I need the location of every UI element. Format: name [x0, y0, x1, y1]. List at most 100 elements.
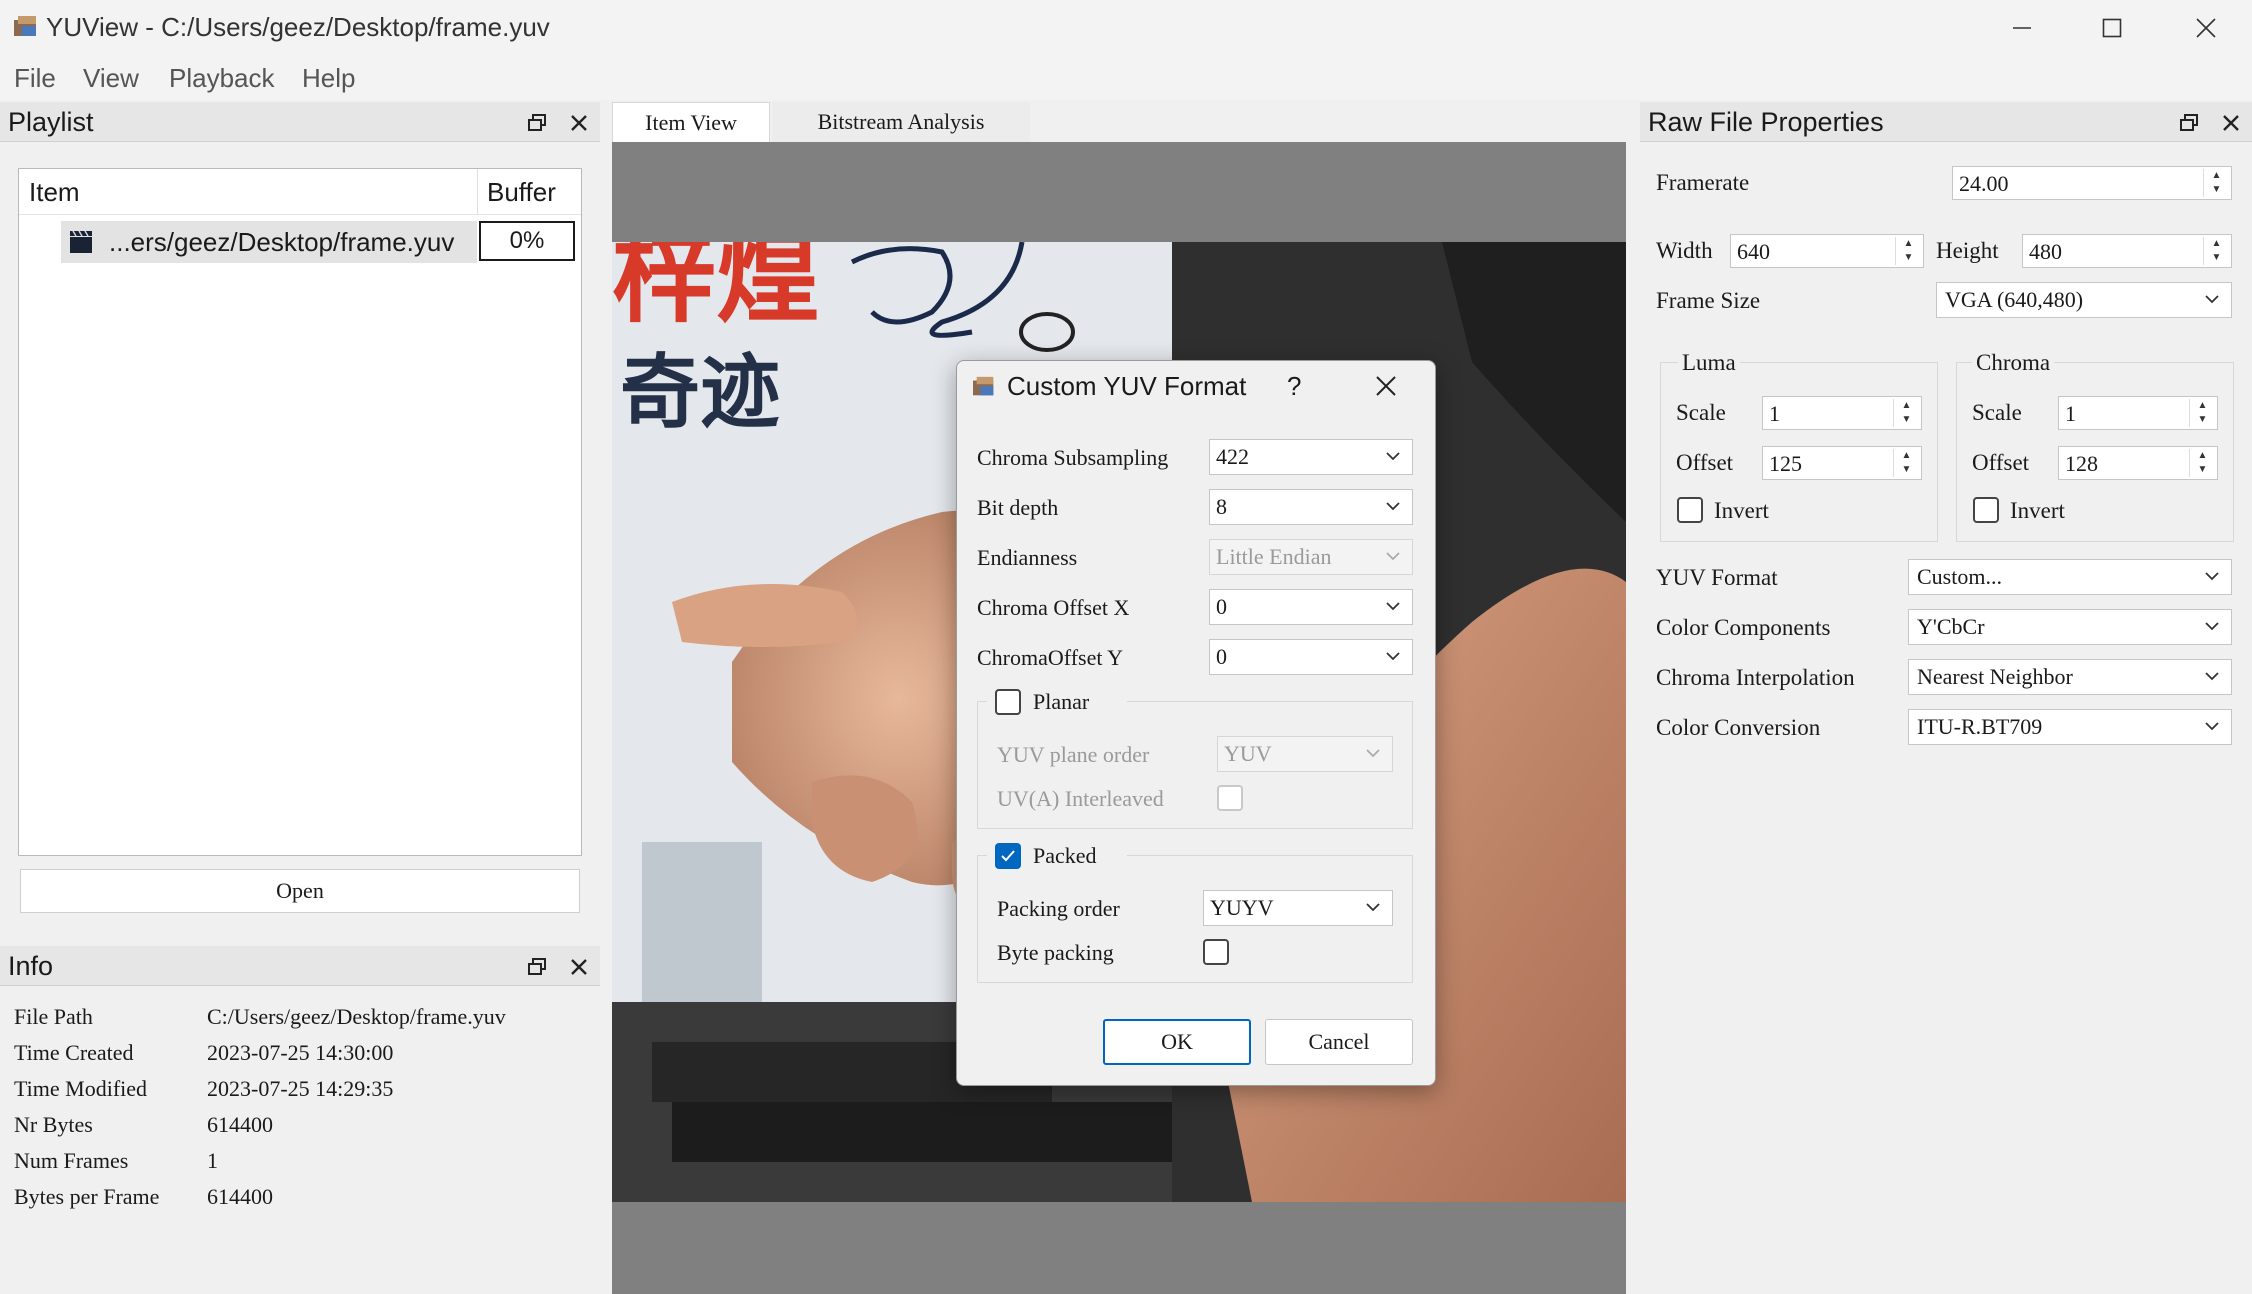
packing-order-combo[interactable]: YUYV: [1203, 890, 1393, 926]
byte-packing-checkbox[interactable]: [1203, 939, 1229, 965]
color-components-label: Color Components: [1656, 615, 1831, 640]
menu-playback[interactable]: Playback: [169, 63, 275, 94]
open-button[interactable]: Open: [20, 869, 580, 913]
chevron-down-icon: [1366, 749, 1380, 758]
subsampling-combo[interactable]: 422: [1209, 439, 1413, 475]
chevron-down-icon: [1386, 652, 1400, 661]
planar-checkbox[interactable]: [995, 689, 1021, 715]
chroma-interp-combo[interactable]: Nearest Neighbor: [1908, 659, 2232, 695]
luma-scale-label: Scale: [1676, 400, 1726, 425]
bitdepth-value: 8: [1216, 494, 1227, 519]
offset-x-combo[interactable]: 0: [1209, 589, 1413, 625]
endianness-label: Endianness: [977, 545, 1078, 570]
info-value-modified: 2023-07-25 14:29:35: [207, 1076, 394, 1101]
endianness-combo[interactable]: Little Endian: [1209, 539, 1413, 575]
chevron-down-icon: [1386, 452, 1400, 461]
playlist-tree[interactable]: Item Buffer ...ers/geez/Desktop/frame.yu…: [18, 168, 582, 856]
close-icon[interactable]: [1375, 375, 1397, 397]
dialog-help-button[interactable]: ?: [1287, 371, 1301, 402]
spin-arrows[interactable]: ▲ ▼: [1895, 237, 1921, 265]
left-splitter[interactable]: [600, 100, 612, 1294]
chroma-scale-label: Scale: [1972, 400, 2022, 425]
planar-label: Planar: [1033, 689, 1090, 714]
luma-invert-checkbox[interactable]: [1677, 497, 1703, 523]
luma-scale-spinbox[interactable]: 1 ▲ ▼: [1762, 396, 1922, 430]
chroma-interp-label: Chroma Interpolation: [1656, 665, 1855, 690]
chroma-offset-spinbox[interactable]: 128 ▲ ▼: [2058, 446, 2218, 480]
uv-interleaved-checkbox[interactable]: [1217, 785, 1243, 811]
float-playlist-button[interactable]: [524, 110, 550, 136]
yuv-format-label: YUV Format: [1656, 565, 1778, 590]
chroma-invert-checkbox[interactable]: [1973, 497, 1999, 523]
chevron-down-icon: [2205, 622, 2219, 631]
endianness-value: Little Endian: [1216, 544, 1332, 569]
yuv-format-combo[interactable]: Custom...: [1908, 559, 2232, 595]
luma-offset-label: Offset: [1676, 450, 1734, 475]
tab-bitstream-analysis[interactable]: Bitstream Analysis: [772, 102, 1030, 142]
playlist-row-name: ...ers/geez/Desktop/frame.yuv: [109, 227, 455, 257]
close-window-button[interactable]: [2160, 0, 2252, 55]
chroma-title: Chroma: [1972, 350, 2055, 376]
packed-label: Packed: [1033, 843, 1097, 868]
packed-checkbox[interactable]: [995, 843, 1021, 869]
right-splitter[interactable]: [1626, 100, 1638, 1294]
close-properties-button[interactable]: [2218, 110, 2244, 136]
chevron-down-icon: [2205, 572, 2219, 581]
cancel-button[interactable]: Cancel: [1265, 1019, 1413, 1065]
clapper-icon: [70, 230, 92, 253]
minimize-button[interactable]: [1976, 0, 2068, 55]
framerate-spinbox[interactable]: 24.00 ▲ ▼: [1952, 166, 2232, 200]
float-properties-button[interactable]: [2176, 110, 2202, 136]
plane-order-combo[interactable]: YUV: [1217, 736, 1393, 772]
color-components-combo[interactable]: Y'CbCr: [1908, 609, 2232, 645]
title-bar: YUView - C:/Users/geez/Desktop/frame.yuv: [0, 0, 2252, 55]
close-playlist-button[interactable]: [566, 110, 592, 136]
framerate-label: Framerate: [1656, 170, 1750, 195]
menu-bar: File View Playback Help: [0, 55, 2252, 100]
close-info-button[interactable]: [566, 954, 592, 980]
subsampling-label: Chroma Subsampling: [977, 445, 1169, 470]
spin-arrows[interactable]: ▲ ▼: [2189, 449, 2215, 477]
menu-help[interactable]: Help: [302, 63, 355, 94]
maximize-button[interactable]: [2066, 0, 2158, 55]
col-buffer-header[interactable]: Buffer: [487, 177, 556, 208]
col-item-header[interactable]: Item: [29, 177, 80, 208]
ok-button[interactable]: OK: [1103, 1019, 1251, 1065]
chroma-invert-label: Invert: [2010, 498, 2065, 523]
menu-view[interactable]: View: [83, 63, 139, 94]
chevron-down-icon: [2205, 295, 2219, 304]
framesize-label: Frame Size: [1656, 288, 1761, 313]
luma-offset-spinbox[interactable]: 125 ▲ ▼: [1762, 446, 1922, 480]
close-icon: [2196, 17, 2216, 38]
bitdepth-combo[interactable]: 8: [1209, 489, 1413, 525]
chroma-offset-label: Offset: [1972, 450, 2030, 475]
info-label-modified: Time Modified: [14, 1076, 148, 1101]
offset-y-value: 0: [1216, 644, 1227, 669]
offset-x-label: Chroma Offset X: [977, 595, 1130, 620]
window-title: YUView - C:/Users/geez/Desktop/frame.yuv: [46, 12, 550, 42]
framesize-combo[interactable]: VGA (640,480): [1936, 282, 2232, 318]
spin-arrows[interactable]: ▲ ▼: [1893, 399, 1919, 427]
height-spinbox[interactable]: 480 ▲ ▼: [2022, 234, 2232, 268]
luma-scale-value: 1: [1769, 401, 1780, 426]
frame-text-dark: 奇迹: [620, 346, 780, 439]
playlist-row[interactable]: ...ers/geez/Desktop/frame.yuv: [61, 221, 477, 263]
width-spinbox[interactable]: 640 ▲ ▼: [1730, 234, 1924, 268]
spin-arrows[interactable]: ▲ ▼: [1893, 449, 1919, 477]
spin-arrows[interactable]: ▲ ▼: [2203, 237, 2229, 265]
info-value-numframes: 1: [207, 1148, 218, 1173]
spin-arrows[interactable]: ▲ ▼: [2189, 399, 2215, 427]
tab-item-view[interactable]: Item View: [612, 102, 770, 142]
chroma-scale-spinbox[interactable]: 1 ▲ ▼: [2058, 396, 2218, 430]
spin-arrows[interactable]: ▲ ▼: [2203, 169, 2229, 197]
float-info-button[interactable]: [524, 954, 550, 980]
luma-invert-label: Invert: [1714, 498, 1769, 523]
menu-file[interactable]: File: [14, 63, 56, 94]
color-conversion-combo[interactable]: ITU-R.BT709: [1908, 709, 2232, 745]
subsampling-value: 422: [1216, 444, 1249, 469]
chevron-down-icon: [1366, 903, 1380, 912]
info-label-bytesperframe: Bytes per Frame: [14, 1184, 160, 1209]
close-icon: [571, 959, 587, 975]
buffer-progress: 0%: [479, 221, 575, 261]
offset-y-combo[interactable]: 0: [1209, 639, 1413, 675]
